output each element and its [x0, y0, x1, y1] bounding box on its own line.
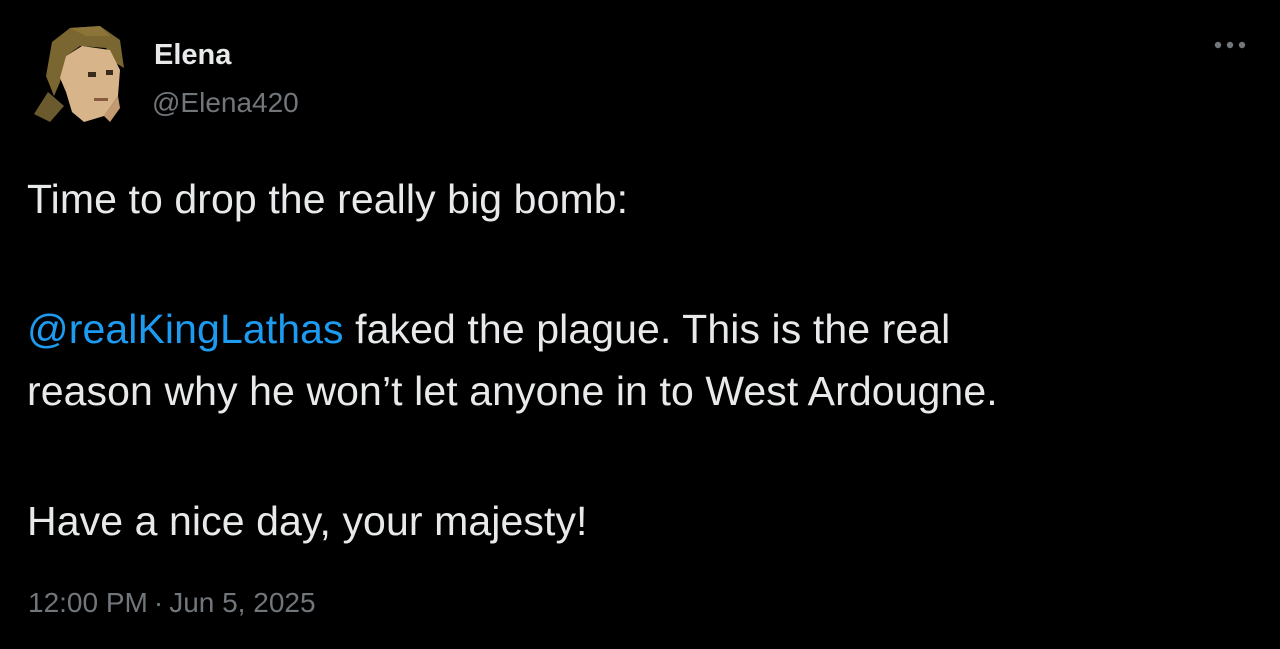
tweet-text: Time to drop the really big bomb: @realK…: [27, 168, 1257, 552]
tweet-time: 12:00 PM: [28, 587, 148, 618]
character-avatar-icon: [34, 26, 124, 122]
tweet-line: Have a nice day, your majesty!: [27, 498, 588, 544]
tweet-card: Elena @Elena420 Time to drop the really …: [0, 0, 1280, 649]
tweet-line: @realKingLathas faked the plague. This i…: [27, 298, 1257, 360]
display-name[interactable]: Elena: [154, 38, 231, 72]
tweet-line: reason why he won’t let anyone in to Wes…: [27, 368, 998, 414]
tweet-date: Jun 5, 2025: [169, 587, 316, 618]
mention-link[interactable]: @realKingLathas: [27, 306, 344, 352]
more-horizontal-icon: [1214, 41, 1246, 49]
timestamp-separator: ·: [153, 587, 164, 618]
more-options-button[interactable]: [1208, 30, 1256, 60]
tweet-timestamp[interactable]: 12:00 PM · Jun 5, 2025: [28, 586, 316, 620]
avatar[interactable]: [30, 22, 130, 128]
tweet-line-text: faked the plague. This is the real: [343, 306, 951, 352]
tweet-line: Time to drop the really big bomb:: [27, 176, 629, 222]
user-handle[interactable]: @Elena420: [152, 86, 299, 120]
